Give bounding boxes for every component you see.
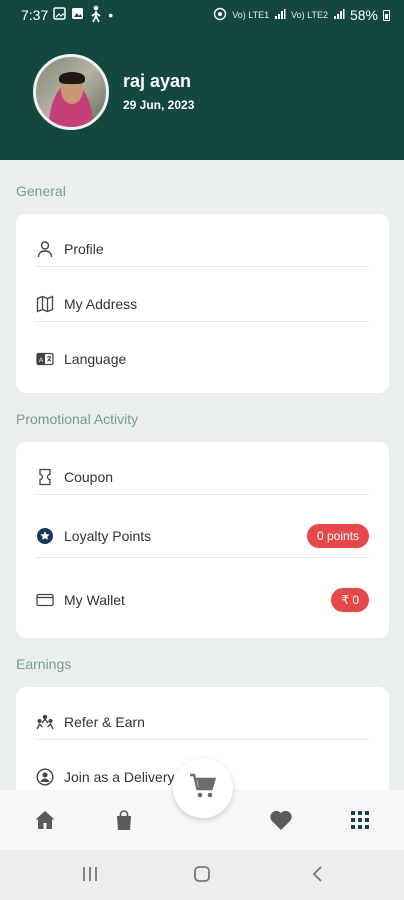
avatar[interactable] <box>33 54 109 130</box>
gallery-notification-icon <box>53 7 66 23</box>
people-icon <box>36 713 54 731</box>
signal-1-icon <box>274 7 286 23</box>
back-icon[interactable] <box>308 864 328 884</box>
profile-header: raj ayan 29 Jun, 2023 <box>0 30 404 160</box>
status-time: 7:37 <box>21 7 49 23</box>
menu-label-coupon: Coupon <box>64 469 114 485</box>
menu-label-profile: Profile <box>64 241 104 257</box>
svg-text:A: A <box>39 357 44 364</box>
cart-icon <box>188 772 218 805</box>
language-icon: A <box>36 350 54 368</box>
menu-label-loyalty: Loyalty Points <box>64 528 152 544</box>
menu-label-refer: Refer & Earn <box>64 714 145 730</box>
section-title-earnings: Earnings <box>16 656 72 672</box>
home-system-icon[interactable] <box>192 864 212 884</box>
loyalty-points-badge: 0 points <box>306 524 369 548</box>
notification-dot: • <box>108 7 114 23</box>
battery-percent: 58% <box>349 7 378 23</box>
home-icon[interactable] <box>33 808 57 832</box>
wallet-icon <box>36 591 54 609</box>
section-title-promotional: Promotional Activity <box>16 411 139 427</box>
promotional-card: Coupon Loyalty Points 0 points My Wallet… <box>16 442 389 638</box>
menu-label-language: Language <box>64 351 127 367</box>
menu-item-refer-earn[interactable]: Refer & Earn <box>36 696 369 748</box>
grid-menu-icon[interactable] <box>348 808 372 832</box>
divider <box>36 494 369 495</box>
network-2-label: Vo) LTE2 <box>291 10 328 20</box>
general-card: Profile My Address A Language <box>16 214 389 393</box>
heart-icon[interactable] <box>269 808 293 832</box>
coupon-icon <box>36 468 54 486</box>
menu-item-coupon[interactable]: Coupon <box>36 451 369 503</box>
cart-button[interactable] <box>173 758 233 818</box>
menu-item-profile[interactable]: Profile <box>36 223 369 275</box>
join-date: 29 Jun, 2023 <box>123 98 195 112</box>
system-navigation-bar <box>0 850 404 900</box>
divider <box>36 739 369 740</box>
walking-person-icon <box>89 5 103 26</box>
hotspot-icon <box>213 7 227 24</box>
menu-label-wallet: My Wallet <box>64 592 125 608</box>
battery-icon <box>383 9 390 21</box>
divider <box>36 557 369 558</box>
status-bar: 7:37 • Vo) LTE1 Vo) LTE2 58% <box>0 0 404 30</box>
menu-item-language[interactable]: A Language <box>36 333 369 385</box>
menu-item-address[interactable]: My Address <box>36 278 369 330</box>
user-name: raj ayan <box>123 71 192 91</box>
wallet-balance-badge: ₹ 0 <box>331 588 369 612</box>
menu-item-loyalty-points[interactable]: Loyalty Points 0 points <box>36 510 369 562</box>
menu-item-wallet[interactable]: My Wallet ₹ 0 <box>36 574 369 626</box>
star-badge-icon <box>36 527 54 545</box>
shopping-bag-icon[interactable] <box>112 808 136 832</box>
divider <box>36 266 369 267</box>
person-outline-icon <box>36 240 54 258</box>
image-notification-icon <box>71 7 84 23</box>
network-1-label: Vo) LTE1 <box>232 10 270 20</box>
section-title-general: General <box>16 183 66 199</box>
menu-label-address: My Address <box>64 296 138 312</box>
divider <box>36 321 369 322</box>
recent-apps-icon[interactable] <box>80 864 100 884</box>
map-icon <box>36 295 54 313</box>
signal-2-icon <box>333 7 345 23</box>
delivery-person-icon <box>36 768 54 786</box>
